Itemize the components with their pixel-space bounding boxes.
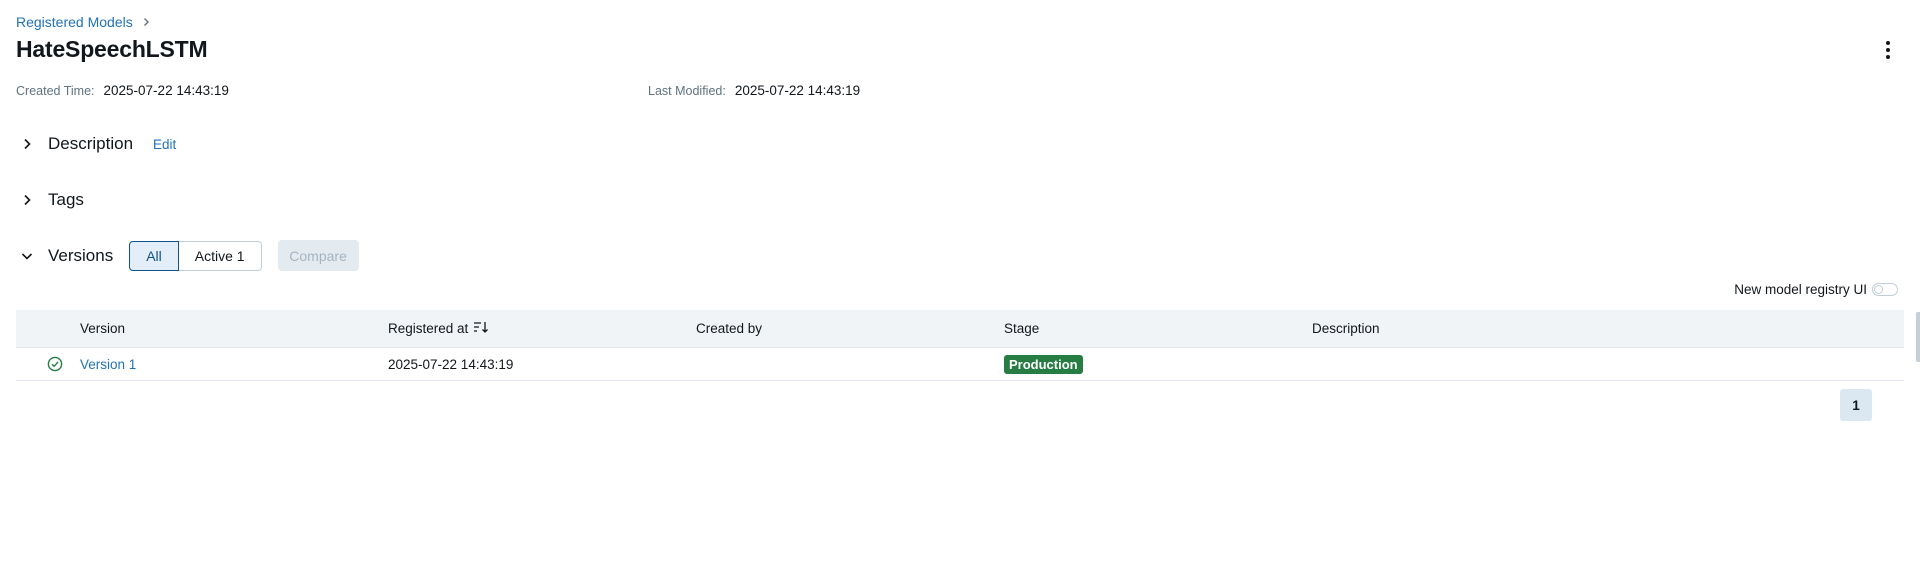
scrollbar[interactable] bbox=[1916, 312, 1920, 362]
chevron-right-icon[interactable] bbox=[18, 191, 36, 209]
last-modified-value: 2025-07-22 14:43:19 bbox=[734, 83, 861, 98]
description-section-title[interactable]: Description bbox=[48, 134, 133, 154]
versions-section-title[interactable]: Versions bbox=[48, 246, 113, 266]
chevron-right-icon bbox=[141, 14, 151, 30]
filter-active-button[interactable]: Active 1 bbox=[178, 240, 262, 271]
created-time-label: Created Time: bbox=[16, 83, 95, 98]
versions-table-header: Version Registered at Created by Stage D… bbox=[16, 310, 1904, 348]
new-registry-ui-label: New model registry UI bbox=[1734, 282, 1867, 297]
registered-at-value: 2025-07-22 14:43:19 bbox=[388, 356, 514, 372]
tags-section-title[interactable]: Tags bbox=[48, 190, 84, 210]
stage-badge: Production bbox=[1004, 354, 1083, 374]
page-title: HateSpeechLSTM bbox=[16, 36, 208, 62]
breadcrumb: Registered Models bbox=[16, 14, 151, 30]
new-registry-ui-toggle-row: New model registry UI bbox=[1734, 282, 1898, 297]
chevron-down-icon[interactable] bbox=[18, 247, 36, 265]
new-registry-ui-switch[interactable] bbox=[1872, 283, 1898, 296]
breadcrumb-registered-models-link[interactable]: Registered Models bbox=[16, 14, 133, 30]
column-header-registered-at-label: Registered at bbox=[388, 321, 469, 336]
tags-section: Tags bbox=[18, 190, 84, 210]
column-header-stage[interactable]: Stage bbox=[1004, 310, 1039, 347]
chevron-right-icon[interactable] bbox=[18, 135, 36, 153]
compare-button[interactable]: Compare bbox=[277, 240, 359, 271]
column-header-description[interactable]: Description bbox=[1312, 310, 1380, 347]
check-circle-icon bbox=[47, 348, 63, 380]
table-row: Version 1 2025-07-22 14:43:19 Production bbox=[16, 348, 1904, 381]
created-time-value: 2025-07-22 14:43:19 bbox=[103, 83, 229, 98]
description-section: Description Edit bbox=[18, 134, 176, 154]
last-modified-label: Last Modified: bbox=[648, 83, 726, 98]
more-options-icon[interactable] bbox=[1876, 38, 1900, 62]
version-link[interactable]: Version 1 bbox=[80, 348, 136, 380]
created-time: Created Time: 2025-07-22 14:43:19 bbox=[16, 83, 229, 98]
column-header-version[interactable]: Version bbox=[80, 310, 125, 347]
version-filter: All Active 1 bbox=[129, 240, 262, 271]
edit-description-link[interactable]: Edit bbox=[153, 137, 176, 152]
filter-all-button[interactable]: All bbox=[129, 240, 179, 271]
column-header-registered-at[interactable]: Registered at bbox=[388, 310, 489, 347]
versions-section: Versions All Active 1 Compare bbox=[18, 240, 359, 271]
page-1-button[interactable]: 1 bbox=[1840, 389, 1872, 421]
sort-descending-icon[interactable] bbox=[473, 320, 489, 337]
last-modified: Last Modified: 2025-07-22 14:43:19 bbox=[648, 83, 860, 98]
stage-cell: Production bbox=[1004, 348, 1083, 380]
column-header-created-by[interactable]: Created by bbox=[696, 310, 762, 347]
